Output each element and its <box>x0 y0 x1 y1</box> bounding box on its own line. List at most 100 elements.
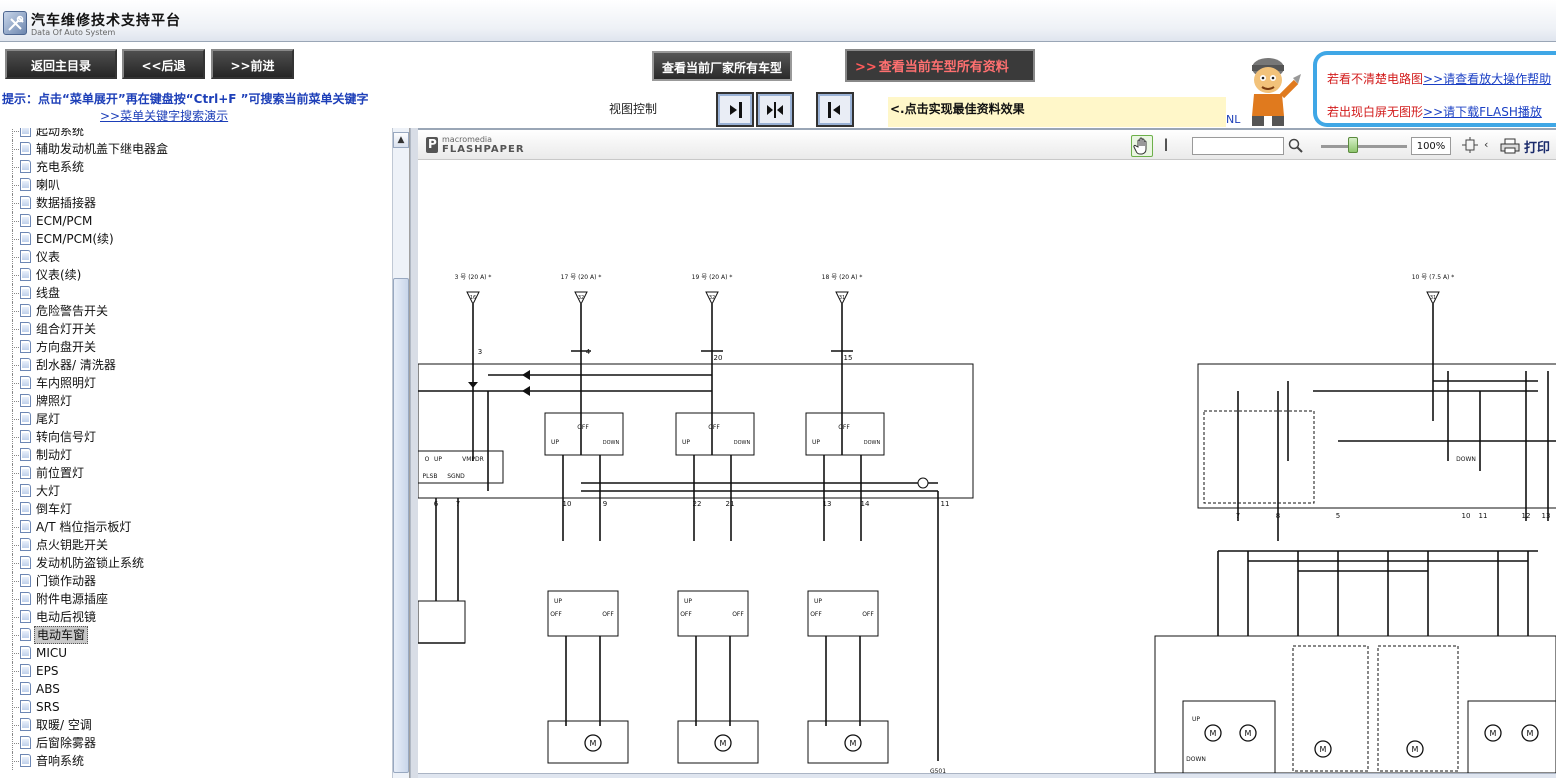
tree-item-label[interactable]: 电动后视镜 <box>34 608 98 626</box>
tree-item[interactable]: EPS <box>0 662 392 680</box>
search-demo-link[interactable]: >>菜单关键字搜索演示 <box>100 107 228 124</box>
hand-tool-icon[interactable] <box>1131 135 1153 157</box>
tree-item-label[interactable]: 危险警告开关 <box>34 302 110 320</box>
tree-item-label[interactable]: 前位置灯 <box>34 464 86 482</box>
tree-item-label[interactable]: 大灯 <box>34 482 62 500</box>
page-nav-icon[interactable]: ‹ <box>1484 138 1488 151</box>
expand-left-button[interactable] <box>816 92 854 127</box>
tree-item-label[interactable]: 后窗除雾器 <box>34 734 98 752</box>
flash-download-link[interactable]: >>请下载FLASH播放 <box>1423 105 1542 119</box>
tree-item[interactable]: ECM/PCM <box>0 212 392 230</box>
tree-item-label[interactable]: 门锁作动器 <box>34 572 98 590</box>
tree-item-label[interactable]: 组合灯开关 <box>34 320 98 338</box>
tree-item[interactable]: 前位置灯 <box>0 464 392 482</box>
all-data-button[interactable]: >> 查看当前车型所有资料 <box>845 49 1035 82</box>
viewer-horizontal-scrollbar[interactable] <box>418 773 1556 778</box>
tree-item-label[interactable]: 充电系统 <box>34 158 86 176</box>
zoom-help-link[interactable]: >>请查看放大操作帮助 <box>1423 72 1551 86</box>
zoom-slider-knob[interactable] <box>1348 137 1358 153</box>
tree-vertical-scrollbar[interactable]: ▲ <box>392 128 409 778</box>
tree-item[interactable]: 线盘 <box>0 284 392 302</box>
home-button[interactable]: 返回主目录 <box>5 49 117 79</box>
search-icon[interactable] <box>1288 138 1304 154</box>
tree-item[interactable]: ABS <box>0 680 392 698</box>
tree-item[interactable]: 后窗除雾器 <box>0 734 392 752</box>
panel-splitter[interactable] <box>410 128 418 778</box>
tree-item[interactable]: 起动系统 <box>0 128 392 140</box>
zoom-slider[interactable] <box>1321 145 1407 148</box>
tree-item[interactable]: SRS <box>0 698 392 716</box>
tree-item[interactable]: 组合灯开关 <box>0 320 392 338</box>
tree-item[interactable]: 点火钥匙开关 <box>0 536 392 554</box>
tree-item-label[interactable]: 数据插接器 <box>34 194 98 212</box>
tree-item-label[interactable]: 辅助发动机盖下继电器盒 <box>34 140 170 158</box>
tree-item[interactable]: MICU <box>0 644 392 662</box>
tree-item-label[interactable]: 制动灯 <box>34 446 74 464</box>
tree-item-label[interactable]: 转向信号灯 <box>34 428 98 446</box>
tree-item-label[interactable]: 方向盘开关 <box>34 338 98 356</box>
tree-item[interactable]: 喇叭 <box>0 176 392 194</box>
fit-page-icon[interactable] <box>1462 137 1478 153</box>
tree-item[interactable]: 电动车窗 <box>0 626 392 644</box>
tree-item[interactable]: 辅助发动机盖下继电器盒 <box>0 140 392 158</box>
print-icon[interactable] <box>1500 138 1520 154</box>
tree-item-label[interactable]: A/T 档位指示板灯 <box>34 518 133 536</box>
tree-item-label[interactable]: 线盘 <box>34 284 62 302</box>
tree-item-label[interactable]: 尾灯 <box>34 410 62 428</box>
tree-item-label[interactable]: MICU <box>34 644 69 662</box>
tree-item-label[interactable]: ECM/PCM(续) <box>34 230 116 248</box>
tree-item[interactable]: 门锁作动器 <box>0 572 392 590</box>
scroll-thumb[interactable] <box>393 278 409 773</box>
tree-item-label[interactable]: EPS <box>34 662 60 680</box>
tree-item-label[interactable]: 附件电源插座 <box>34 590 110 608</box>
tree-item-label[interactable]: 牌照灯 <box>34 392 74 410</box>
tree-item-label[interactable]: 倒车灯 <box>34 500 74 518</box>
tree-item-label[interactable]: 喇叭 <box>34 176 62 194</box>
zoom-level-field[interactable]: 100% <box>1411 137 1451 155</box>
tree-item[interactable]: 车内照明灯 <box>0 374 392 392</box>
tree-item-label[interactable]: 电动车窗 <box>34 626 89 644</box>
tree-item[interactable]: ECM/PCM(续) <box>0 230 392 248</box>
tree-item[interactable]: 制动灯 <box>0 446 392 464</box>
tree-item-label[interactable]: 音响系统 <box>34 752 86 770</box>
tree-item-label[interactable]: 点火钥匙开关 <box>34 536 110 554</box>
forward-button[interactable]: >>前进 <box>211 49 294 79</box>
tree-item[interactable]: 仪表 <box>0 248 392 266</box>
tree-item[interactable]: 电动后视镜 <box>0 608 392 626</box>
tree-item[interactable]: 牌照灯 <box>0 392 392 410</box>
tree-item-label[interactable]: 刮水器/ 清洗器 <box>34 356 118 374</box>
all-models-button[interactable]: 查看当前厂家所有车型 <box>652 51 792 81</box>
tree-item[interactable]: 取暖/ 空调 <box>0 716 392 734</box>
tree-item[interactable]: A/T 档位指示板灯 <box>0 518 392 536</box>
find-input[interactable] <box>1192 137 1284 155</box>
tree-item[interactable]: 仪表(续) <box>0 266 392 284</box>
back-button[interactable]: <<后退 <box>122 49 205 79</box>
tree-item[interactable]: 附件电源插座 <box>0 590 392 608</box>
tree-item[interactable]: 危险警告开关 <box>0 302 392 320</box>
tree-item-label[interactable]: 发动机防盗锁止系统 <box>34 554 146 572</box>
print-button[interactable]: 打印 <box>1524 137 1550 156</box>
tree-item[interactable]: 方向盘开关 <box>0 338 392 356</box>
tree-item-label[interactable]: ABS <box>34 680 62 698</box>
wiring-diagram[interactable]: 3 号 (20 A) * 16 17 号 (20 A) * 32 19 号 (20 A)… <box>418 161 1556 773</box>
tree-item[interactable]: 尾灯 <box>0 410 392 428</box>
tree-item-label[interactable]: ECM/PCM <box>34 212 94 230</box>
tree-item-label[interactable]: 仪表 <box>34 248 62 266</box>
tree-item-label[interactable]: 起动系统 <box>34 128 86 140</box>
tree-item[interactable]: 倒车灯 <box>0 500 392 518</box>
tree-item-label[interactable]: 仪表(续) <box>34 266 83 284</box>
text-select-icon[interactable]: I <box>1158 135 1174 157</box>
tree-item[interactable]: 数据插接器 <box>0 194 392 212</box>
tree-item[interactable]: 转向信号灯 <box>0 428 392 446</box>
tree-item[interactable]: 发动机防盗锁止系统 <box>0 554 392 572</box>
tree-item-label[interactable]: 车内照明灯 <box>34 374 98 392</box>
tree-item[interactable]: 大灯 <box>0 482 392 500</box>
tree-item[interactable]: 刮水器/ 清洗器 <box>0 356 392 374</box>
tree-item[interactable]: 音响系统 <box>0 752 392 770</box>
tree-item-label[interactable]: 取暖/ 空调 <box>34 716 94 734</box>
tree-item-label[interactable]: SRS <box>34 698 62 716</box>
split-view-button[interactable] <box>756 92 794 127</box>
scroll-up-arrow-icon[interactable]: ▲ <box>393 132 409 148</box>
tree-item[interactable]: 充电系统 <box>0 158 392 176</box>
expand-right-button[interactable] <box>716 92 754 127</box>
